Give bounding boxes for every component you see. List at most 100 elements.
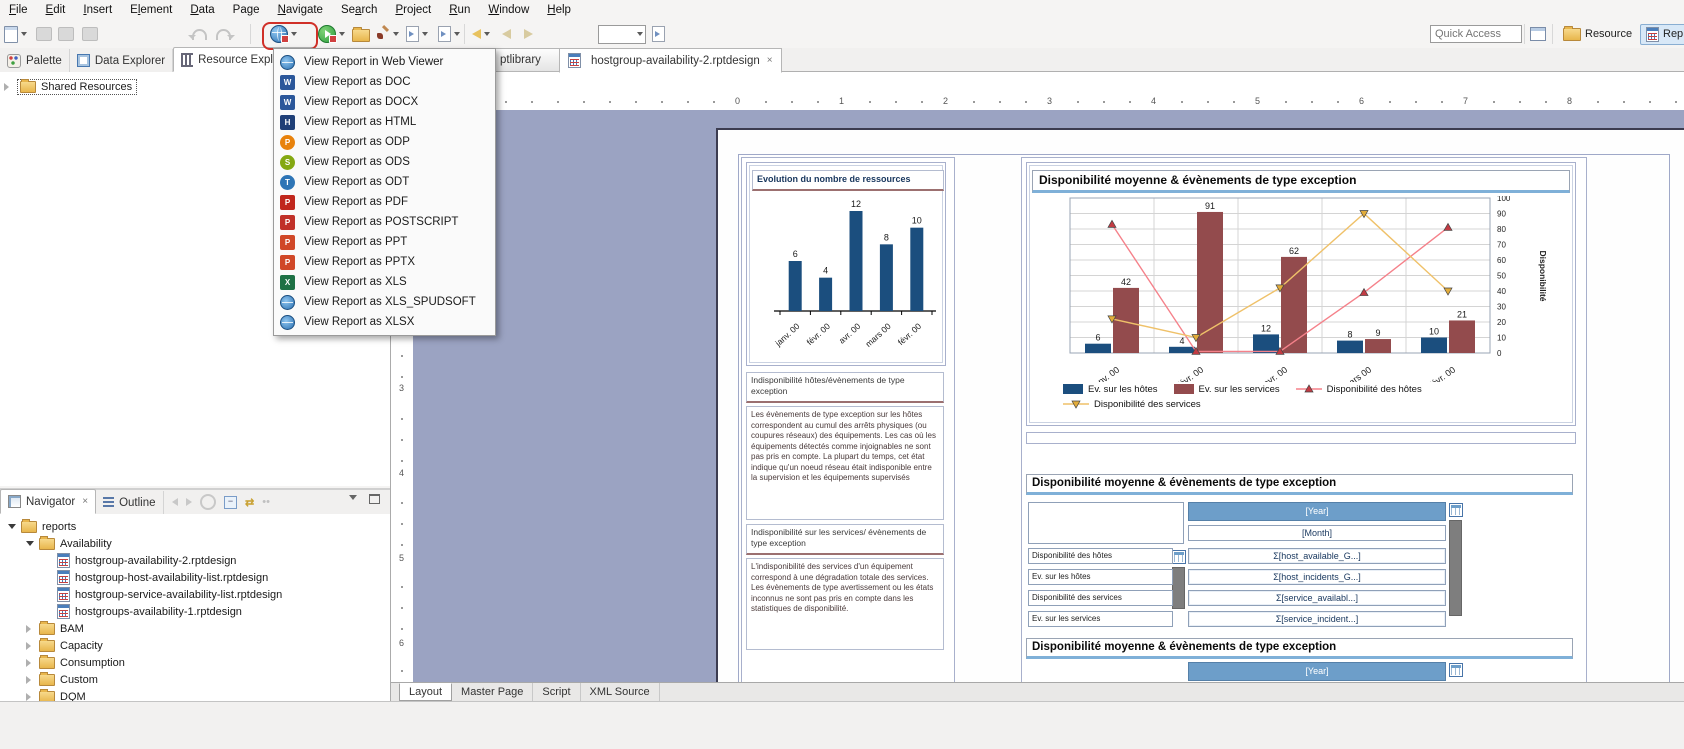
text-body-2[interactable]: L'indisponibilité des services d'un équi… <box>746 558 944 650</box>
report-grid[interactable]: Evolution du nombre de ressources 6janv.… <box>738 154 1670 683</box>
menu-data[interactable]: Data <box>181 0 223 20</box>
menu-run[interactable]: Run <box>440 0 479 20</box>
tree-item-hostgroup-service-availability-list-rptdesign[interactable]: hostgroup-service-availability-list.rptd… <box>0 586 390 603</box>
tree-item-reports[interactable]: reports <box>0 518 390 535</box>
tab-data-explorer[interactable]: Data Explorer <box>70 49 173 72</box>
crosstab-right-handle[interactable] <box>1449 520 1462 616</box>
open-report-button[interactable] <box>352 23 370 45</box>
dropdown-item-7[interactable]: PView Report as PDF <box>274 192 495 212</box>
crosstab-corner-cell[interactable] <box>1028 502 1184 544</box>
element-wizard-button[interactable] <box>652 23 665 45</box>
tree-item-availability[interactable]: Availability <box>0 535 390 552</box>
back-icon[interactable] <box>172 498 178 506</box>
menu-element[interactable]: Element <box>121 0 181 20</box>
tab-hostgroup-availability[interactable]: hostgroup-availability-2.rptdesign× <box>559 48 782 73</box>
new-report-button[interactable] <box>4 23 27 45</box>
quick-access[interactable] <box>1430 23 1522 45</box>
availability-combo-chart[interactable]: 64128104291629211009080706050403020100Di… <box>1035 196 1559 382</box>
tab-outline[interactable]: Outline <box>96 491 163 514</box>
menu-navigate[interactable]: Navigate <box>269 0 332 20</box>
tree-item-hostgroups-availability-1-rptdesign[interactable]: hostgroups-availability-1.rptdesign <box>0 603 390 620</box>
menu-search[interactable]: Search <box>332 0 386 20</box>
crosstab-row-label[interactable]: Disponibilité des hôtes <box>1028 548 1173 564</box>
chevron-right-icon[interactable] <box>26 676 31 684</box>
crosstab[interactable]: [Year] [Month] Disponibilité des hôtesΣ[… <box>1026 498 1571 634</box>
crosstab-data-cell[interactable]: Σ[service_incident...] <box>1188 611 1446 627</box>
up-icon[interactable] <box>200 494 216 510</box>
bottom-tab-xml-source[interactable]: XML Source <box>581 683 660 701</box>
chart-evolution-element[interactable]: Evolution du nombre de ressources 6janv.… <box>746 162 946 366</box>
dropdown-item-1[interactable]: WView Report as DOC <box>274 72 495 92</box>
save-all-button[interactable] <box>58 23 74 45</box>
tree-item-hostgroup-availability-2-rptdesign[interactable]: hostgroup-availability-2.rptdesign <box>0 552 390 569</box>
report-cell-left[interactable]: Evolution du nombre de ressources 6janv.… <box>741 157 955 683</box>
undo-button[interactable] <box>192 23 207 45</box>
redo-button[interactable] <box>216 23 231 45</box>
tree-item-custom[interactable]: Custom <box>0 671 390 688</box>
quick-access-input[interactable] <box>1430 25 1522 43</box>
dropdown-item-5[interactable]: SView Report as ODS <box>274 152 495 172</box>
minimize-icon[interactable] <box>369 494 380 504</box>
crosstab-data-cell[interactable]: Σ[host_available_G...] <box>1188 548 1446 564</box>
crosstab-row-label[interactable]: Disponibilité des services <box>1028 590 1173 606</box>
perspective-report[interactable]: Rep <box>1640 23 1684 45</box>
crosstab-data-cell[interactable]: Σ[host_incidents_G...] <box>1188 569 1446 585</box>
chevron-right-icon[interactable] <box>4 83 9 91</box>
section3-title[interactable]: Disponibilité moyenne & évènements de ty… <box>1026 638 1573 659</box>
close-icon[interactable]: × <box>82 496 88 507</box>
dropdown-item-10[interactable]: PView Report as PPTX <box>274 252 495 272</box>
menu-edit[interactable]: Edit <box>37 0 75 20</box>
crosstab-row-label[interactable]: Ev. sur les hôtes <box>1028 569 1173 585</box>
bottom-tab-layout[interactable]: Layout <box>399 683 452 701</box>
chevron-down-icon[interactable] <box>26 541 34 546</box>
dropdown-item-0[interactable]: View Report in Web Viewer <box>274 52 495 72</box>
view-menu-icon[interactable] <box>349 495 357 504</box>
menu-insert[interactable]: Insert <box>74 0 121 20</box>
menu-file[interactable]: File <box>0 0 37 20</box>
report-page[interactable]: Evolution du nombre de ressources 6janv.… <box>716 128 1684 683</box>
print-button[interactable] <box>82 23 98 45</box>
dropdown-item-4[interactable]: PView Report as ODP <box>274 132 495 152</box>
text-body-1[interactable]: Les évènements de type exception sur les… <box>746 406 944 520</box>
dropdown-item-12[interactable]: View Report as XLS_SPUDSOFT <box>274 292 495 312</box>
last-edit-location-button[interactable] <box>472 23 490 45</box>
bottom-tab-master-page[interactable]: Master Page <box>452 683 533 701</box>
chevron-right-icon[interactable] <box>26 693 31 701</box>
bottom-tab-script[interactable]: Script <box>533 683 580 701</box>
crosstab-data-cell[interactable]: Σ[service_availabl...] <box>1188 590 1446 606</box>
tree-item-capacity[interactable]: Capacity <box>0 637 390 654</box>
chevron-down-icon[interactable] <box>8 524 16 529</box>
menu-page[interactable]: Page <box>224 0 269 20</box>
dropdown-item-13[interactable]: View Report as XLSX <box>274 312 495 332</box>
crosstab-month-header[interactable]: [Month] <box>1188 525 1446 541</box>
chevron-right-icon[interactable] <box>26 625 31 633</box>
dropdown-item-6[interactable]: TView Report as ODT <box>274 172 495 192</box>
open-perspective-button[interactable] <box>1530 23 1546 45</box>
tree-item-consumption[interactable]: Consumption <box>0 654 390 671</box>
tab-navigator[interactable]: Navigator× <box>0 489 96 514</box>
style-combo[interactable] <box>598 23 646 45</box>
menu-project[interactable]: Project <box>386 0 440 20</box>
tree-item-shared-resources[interactable]: Shared Resources <box>4 78 137 96</box>
crosstab-title[interactable]: Disponibilité moyenne & évènements de ty… <box>1026 474 1573 495</box>
section3-year-header[interactable]: [Year] <box>1188 662 1446 681</box>
forward-icon[interactable] <box>186 498 192 506</box>
spacer-element[interactable] <box>1026 432 1576 444</box>
menu-help[interactable]: Help <box>538 0 580 20</box>
link-editor-icon[interactable]: ⇄ <box>245 496 254 509</box>
back-button[interactable] <box>502 23 511 45</box>
evolution-bar-chart[interactable]: 6janv. 004févr. 0012avr. 008mars 0010fév… <box>750 193 942 361</box>
crosstab-handle-icon[interactable] <box>1449 503 1463 517</box>
run-report-button[interactable] <box>318 23 345 45</box>
export-report-button[interactable] <box>406 23 428 45</box>
design-canvas[interactable]: Evolution du nombre de ressources 6janv.… <box>413 110 1684 683</box>
crosstab-row-handle-icon[interactable] <box>1172 550 1186 564</box>
dropdown-item-8[interactable]: PView Report as POSTSCRIPT <box>274 212 495 232</box>
menu-window[interactable]: Window <box>479 0 538 20</box>
chart-availability-element[interactable]: Disponibilité moyenne & évènements de ty… <box>1026 162 1576 426</box>
filters-icon[interactable]: •• <box>262 496 270 508</box>
tree-item-bam[interactable]: BAM <box>0 620 390 637</box>
forward-button[interactable] <box>524 23 533 45</box>
report-cell-right[interactable]: Disponibilité moyenne & évènements de ty… <box>1021 157 1587 683</box>
chevron-right-icon[interactable] <box>26 642 31 650</box>
